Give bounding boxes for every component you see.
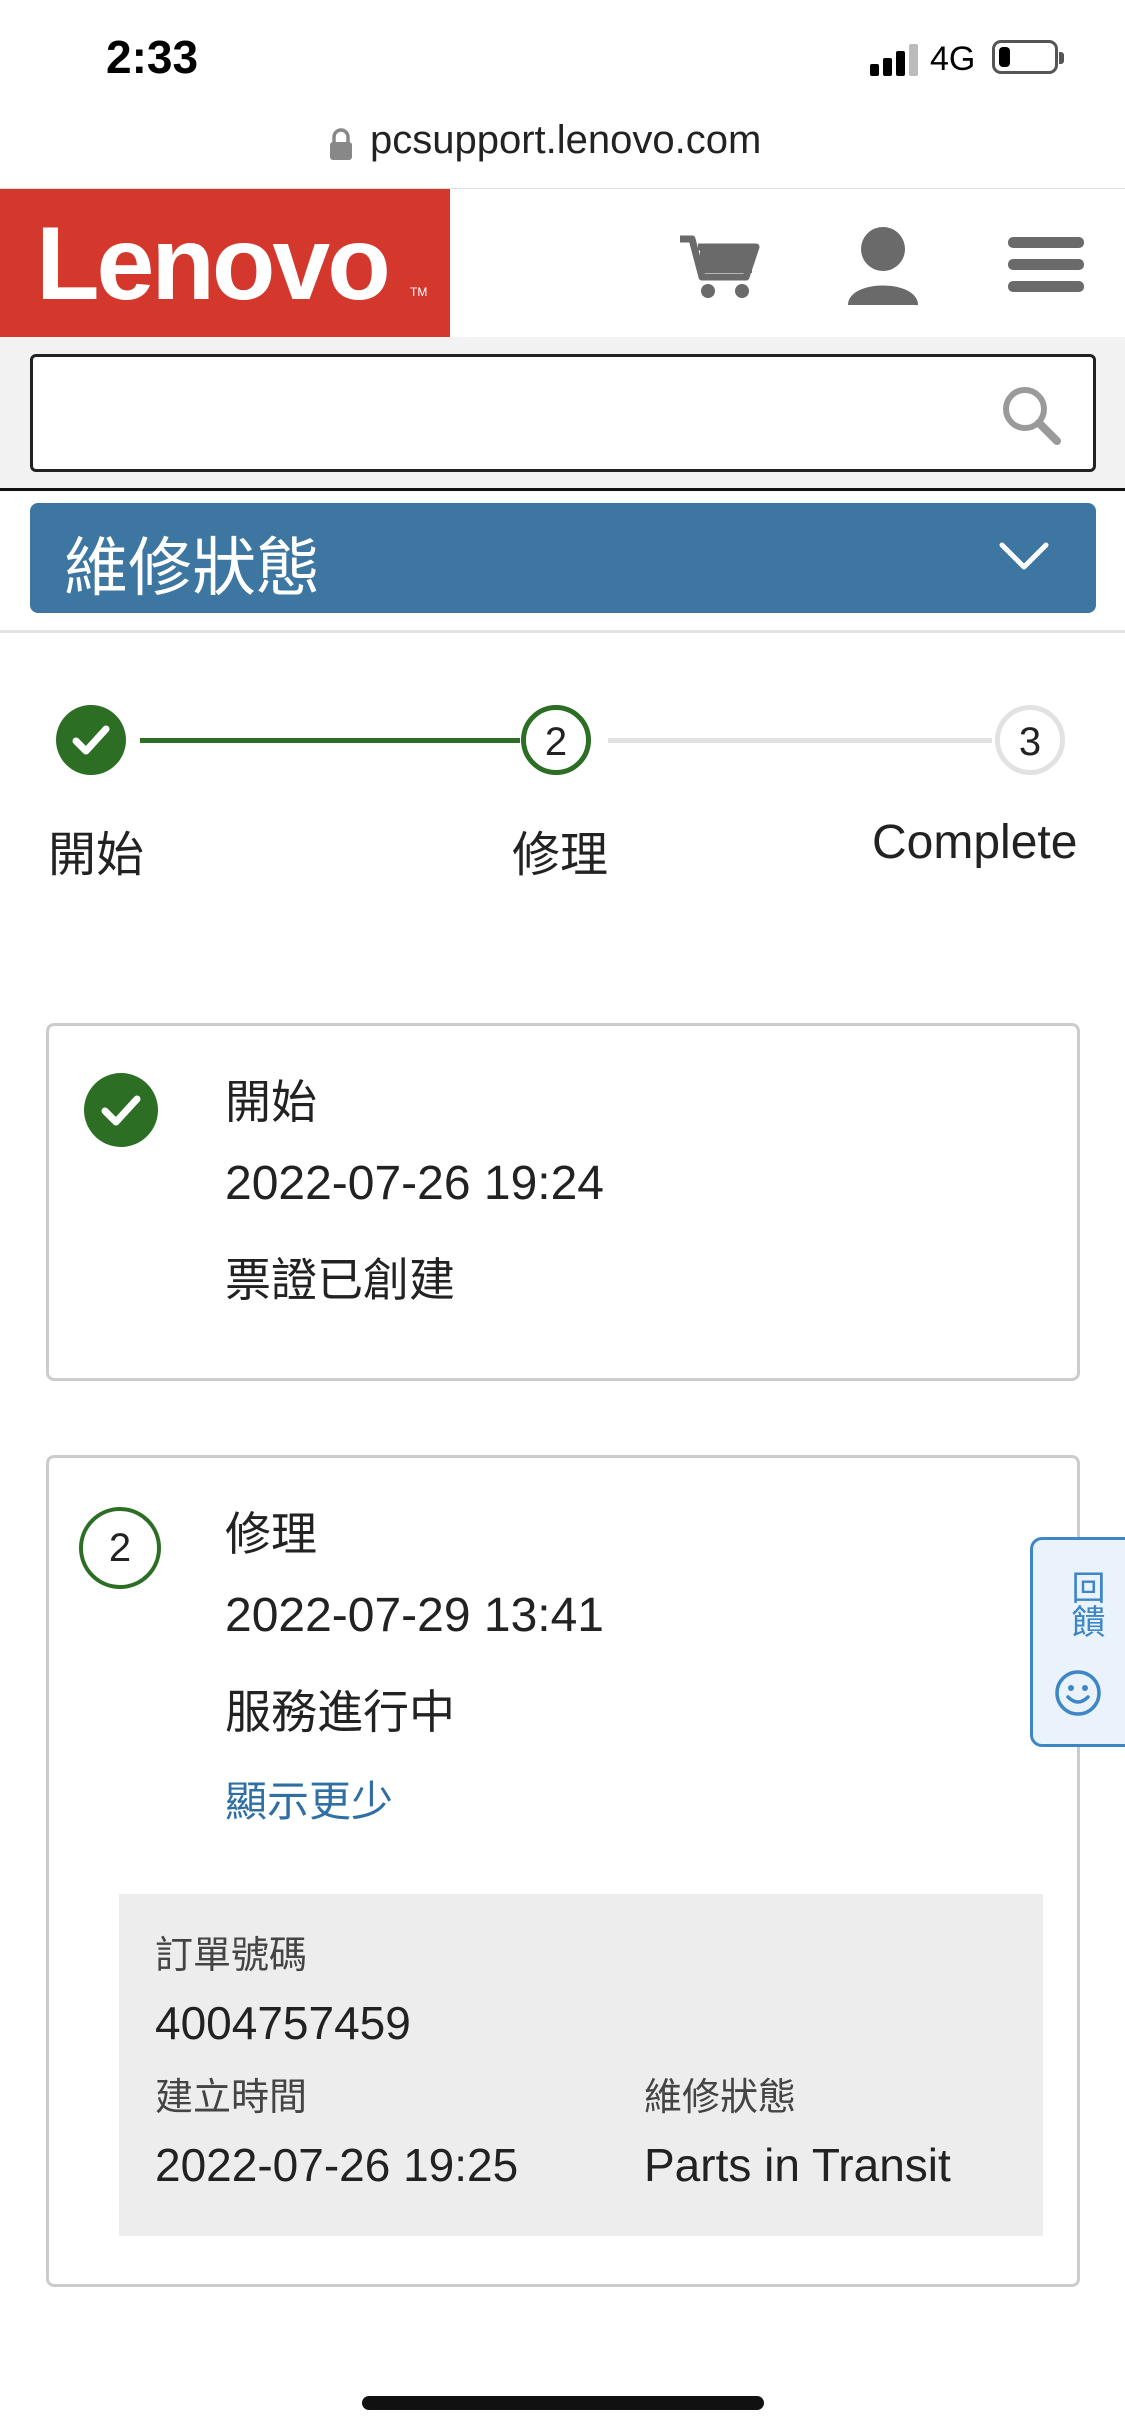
browser-url-bar[interactable]: pcsupport.lenovo.com xyxy=(0,110,1125,189)
step-1-check-icon xyxy=(56,705,126,775)
signal-icon xyxy=(870,42,922,76)
battery-icon xyxy=(992,40,1064,74)
created-time-label: 建立時間 xyxy=(155,2075,308,2119)
card-timestamp: 2022-07-26 19:24 xyxy=(225,1157,604,1210)
search-box[interactable] xyxy=(30,354,1096,472)
url-text[interactable]: pcsupport.lenovo.com xyxy=(370,118,761,163)
step-connector-pending xyxy=(608,738,992,743)
card-description: 票證已創建 xyxy=(225,1253,455,1307)
order-number-value: 4004757459 xyxy=(155,1997,411,2049)
card-title: 修理 xyxy=(225,1507,317,1561)
show-less-link[interactable]: 顯示更少 xyxy=(225,1768,393,1829)
step-2-label: 修理 xyxy=(512,827,609,883)
user-icon[interactable] xyxy=(838,219,928,309)
chevron-down-icon xyxy=(999,542,1049,570)
feedback-label: 回饋 xyxy=(1065,1570,1105,1638)
battery-level xyxy=(999,47,1010,67)
lock-icon xyxy=(330,128,352,160)
smiley-icon xyxy=(1055,1670,1101,1716)
section-title: 維修狀態 xyxy=(64,532,320,606)
site-header: Lenovo TM xyxy=(0,189,1125,337)
card-timestamp: 2022-07-29 13:41 xyxy=(225,1589,604,1642)
check-circle-icon xyxy=(84,1073,158,1147)
timeline-card-start: 開始 2022-07-26 19:24 票證已創建 xyxy=(46,1023,1080,1381)
repair-status-label: 維修狀態 xyxy=(644,2075,797,2119)
search-icon[interactable] xyxy=(999,383,1063,447)
step-1-label: 開始 xyxy=(48,827,145,883)
timeline-card-repair: 2 修理 2022-07-29 13:41 服務進行中 顯示更少 訂單號碼 40… xyxy=(46,1455,1080,2287)
repair-status-dropdown[interactable]: 維修狀態 xyxy=(30,503,1096,613)
home-indicator[interactable] xyxy=(362,2396,764,2410)
divider xyxy=(0,488,1125,491)
card-description: 服務進行中 xyxy=(225,1685,455,1739)
logo-trademark: TM xyxy=(410,285,428,299)
step-3-label: Complete xyxy=(872,816,1078,869)
logo-text: Lenovo xyxy=(36,206,391,322)
status-bar: 2:33 4G xyxy=(0,0,1125,110)
step-number-badge: 2 xyxy=(79,1507,161,1589)
step-2-circle: 2 xyxy=(521,705,591,775)
status-time: 2:33 xyxy=(106,31,199,83)
order-number-label: 訂單號碼 xyxy=(155,1933,308,1977)
card-title: 開始 xyxy=(225,1075,317,1129)
lenovo-logo[interactable]: Lenovo TM xyxy=(0,189,450,337)
cart-icon[interactable] xyxy=(676,219,766,309)
search-input[interactable] xyxy=(53,377,997,449)
repair-status-value: Parts in Transit xyxy=(644,2139,951,2191)
order-details-panel: 訂單號碼 4004757459 建立時間 2022-07-26 19:25 維修… xyxy=(119,1894,1043,2236)
network-type: 4G xyxy=(930,40,976,78)
step-connector-done xyxy=(140,738,520,743)
divider xyxy=(0,630,1125,633)
step-3-circle: 3 xyxy=(995,705,1065,775)
hamburger-menu-icon[interactable] xyxy=(1006,219,1096,309)
created-time-value: 2022-07-26 19:25 xyxy=(155,2139,519,2191)
feedback-tab[interactable]: 回饋 xyxy=(1030,1537,1125,1747)
